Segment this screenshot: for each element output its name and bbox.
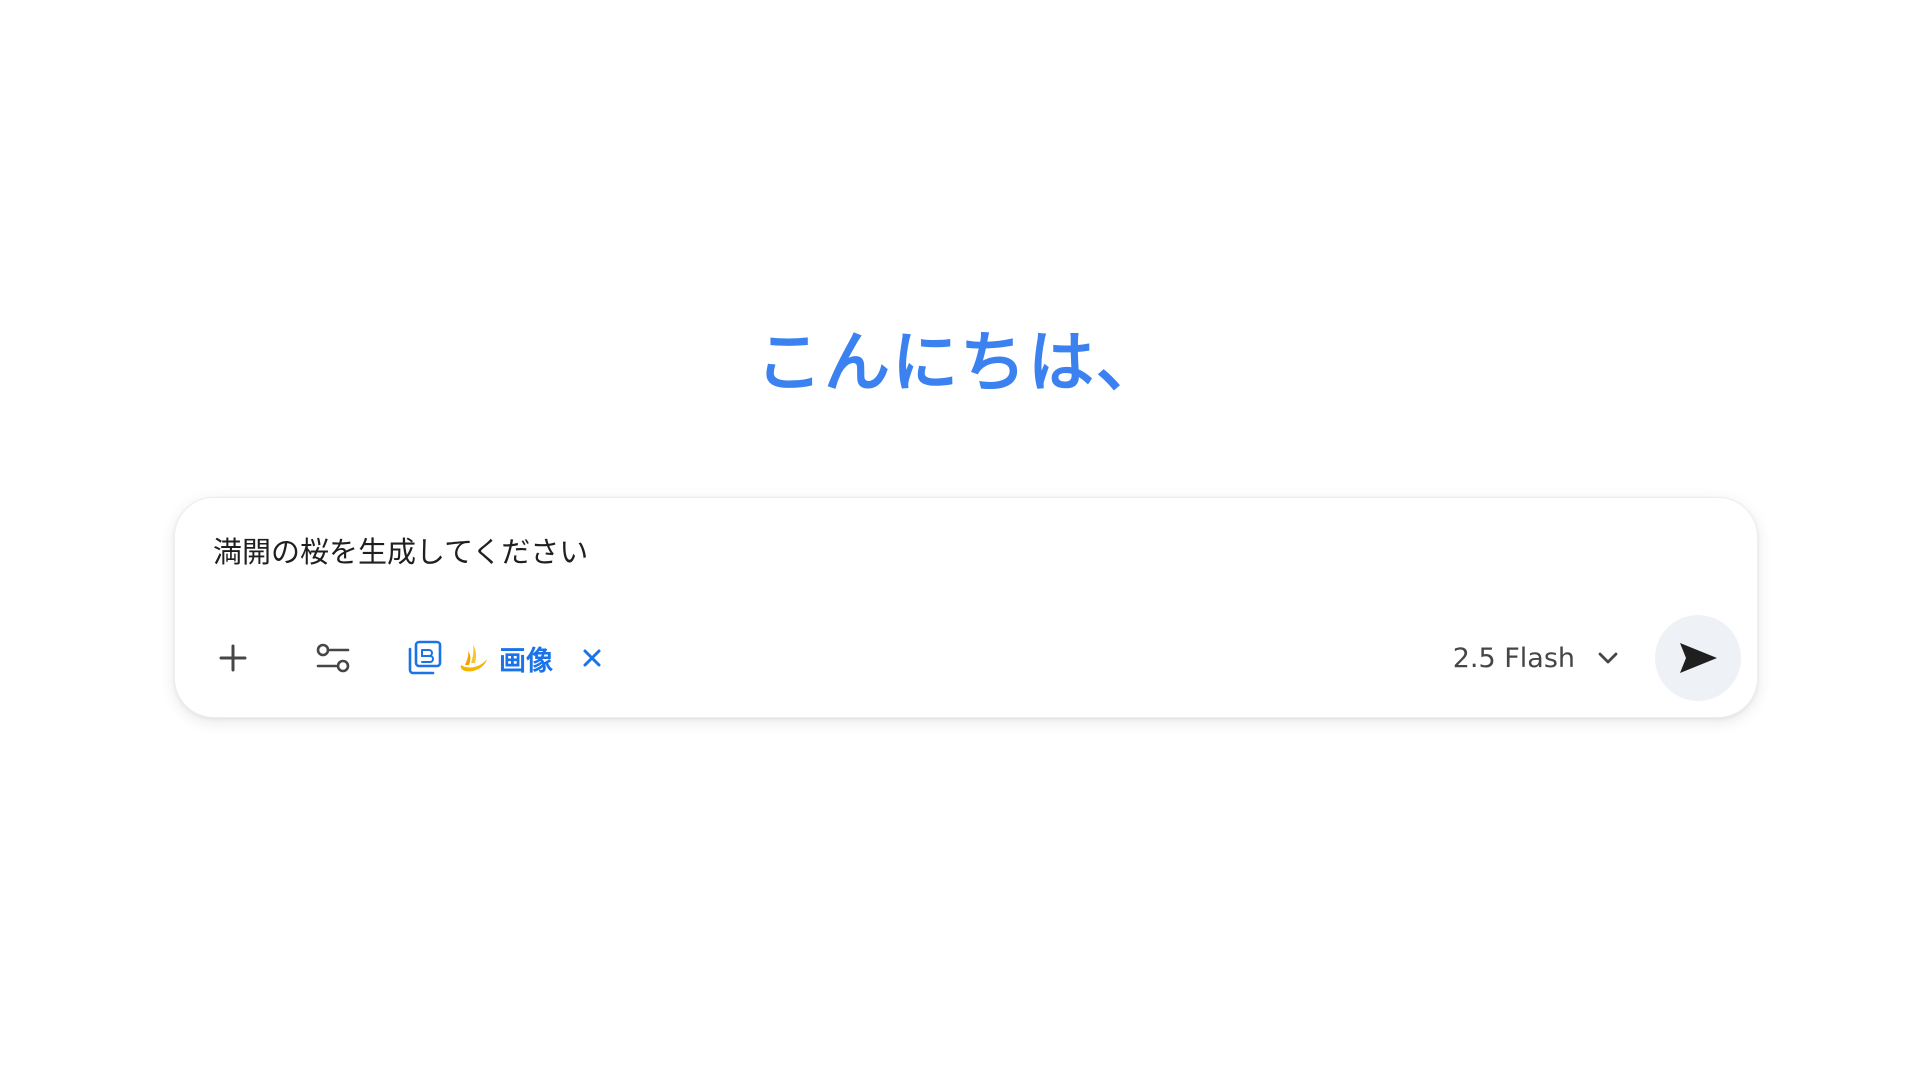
model-selector[interactable]: 2.5 Flash (1445, 630, 1627, 686)
send-button[interactable] (1655, 615, 1741, 701)
page: こんにちは、 満開の桜を生成してください 画像 2.5 Flash (0, 0, 1920, 1080)
banana-icon (460, 645, 487, 672)
greeting-title: こんにちは、 (756, 324, 1164, 401)
chevron-down-icon (1597, 651, 1619, 665)
add-button[interactable] (205, 630, 261, 686)
image-tool-chip[interactable]: 画像 (405, 630, 609, 686)
prompt-composer: 画像 2.5 Flash (174, 497, 1758, 718)
tools-button[interactable] (305, 630, 361, 686)
plus-icon (219, 644, 247, 672)
composer-toolbar: 画像 2.5 Flash (205, 615, 1741, 701)
close-icon (583, 649, 601, 667)
prompt-input[interactable] (213, 528, 1513, 572)
tune-icon (316, 643, 350, 673)
model-label: 2.5 Flash (1452, 642, 1575, 674)
remove-image-tool-button[interactable] (575, 641, 609, 675)
send-icon (1680, 643, 1717, 673)
image-tool-label: 画像 (499, 645, 553, 677)
image-gallery-icon (408, 640, 442, 675)
